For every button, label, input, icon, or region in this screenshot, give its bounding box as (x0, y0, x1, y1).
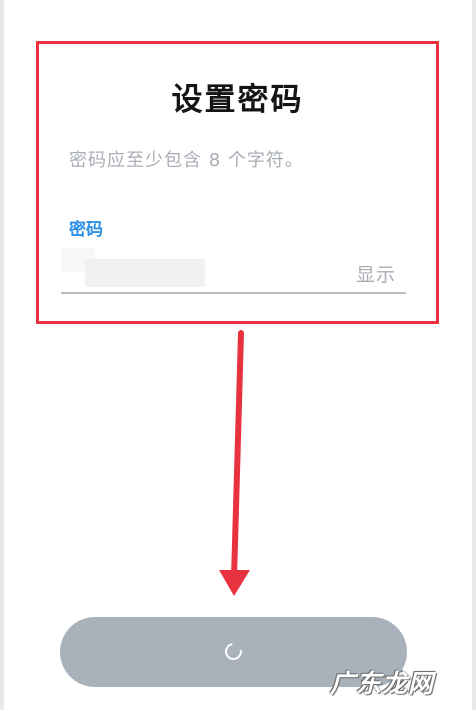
annotation-arrow (219, 330, 250, 596)
arrow-shaft (231, 330, 244, 581)
watermark-logo: 广东龙网 (330, 669, 435, 698)
arrow-head (219, 570, 250, 596)
loading-spinner-icon (221, 639, 245, 664)
